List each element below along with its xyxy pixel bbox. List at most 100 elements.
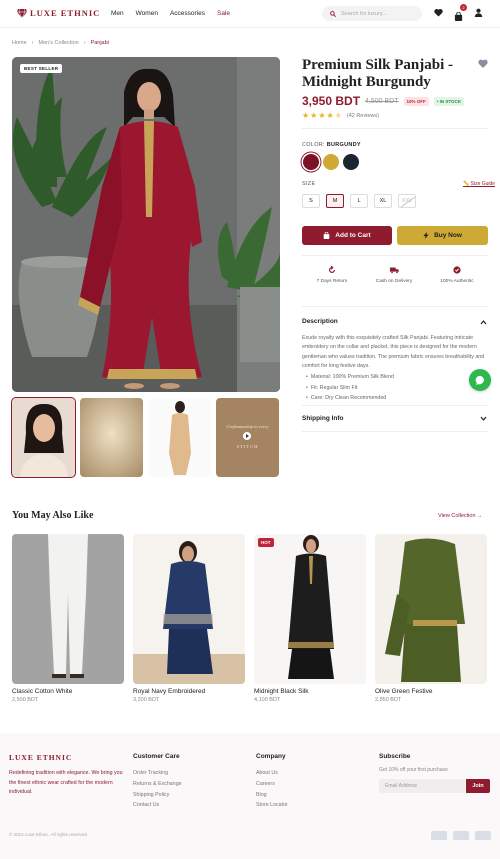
color-swatch-gold[interactable] xyxy=(323,154,339,170)
join-button[interactable]: Join xyxy=(466,779,490,793)
product-title: Premium Silk Panjabi - Midnight Burgundy xyxy=(302,57,453,90)
description-text: Exude royalty with this exquisitely craf… xyxy=(302,335,485,370)
description-heading[interactable]: Description xyxy=(302,318,338,325)
product-card[interactable]: HOT Midnight Black Silk 4,100 BDT xyxy=(254,534,366,703)
search-box xyxy=(322,6,422,21)
old-price: 4,500 BDT xyxy=(365,97,399,105)
divider xyxy=(302,306,488,307)
color-label: COLOR: BURGUNDY xyxy=(302,142,361,148)
company-links: About Us Careers Blog Store Locator xyxy=(256,768,288,811)
thumbnail-strip: Craftsmanship in every STITCH xyxy=(11,397,279,478)
divider xyxy=(302,405,488,406)
nav-item-men[interactable]: Men xyxy=(111,10,124,17)
color-swatch-burgundy[interactable] xyxy=(303,154,319,170)
breadcrumb: Home › Men's Collection › Panjabi xyxy=(12,40,109,46)
breadcrumb-mens-collection[interactable]: Men's Collection xyxy=(39,40,79,46)
divider xyxy=(302,255,488,256)
return-icon xyxy=(329,266,335,273)
color-swatch-navy[interactable] xyxy=(343,154,359,170)
hot-badge: HOT xyxy=(258,538,274,547)
size-option-xxl-unavailable: XXL xyxy=(398,194,416,208)
related-heading: You May Also Like xyxy=(12,510,94,521)
main-nav: Men Women Accessories Sale xyxy=(111,10,230,17)
chat-bubble-icon xyxy=(475,375,484,385)
discount-badge: 10% OFF xyxy=(403,96,429,106)
price: 3,950 BDT xyxy=(302,94,361,108)
size-label: SIZE xyxy=(302,181,316,187)
gem-icon xyxy=(17,8,27,18)
chevron-up-icon[interactable] xyxy=(480,320,487,325)
bullet-care: Care: Dry Clean Recommended xyxy=(306,393,394,404)
video-caption-top: Craftsmanship in every xyxy=(226,424,269,429)
size-option-m[interactable]: M xyxy=(326,194,344,208)
cart-button[interactable]: 2 xyxy=(454,4,467,26)
add-to-cart-button[interactable]: Add to Cart xyxy=(302,226,392,245)
size-guide-link[interactable]: 📏 Size Guide xyxy=(463,181,495,187)
bolt-icon xyxy=(423,232,429,239)
payment-card-icon xyxy=(431,831,447,840)
size-option-s[interactable]: S xyxy=(302,194,320,208)
footer-link-careers[interactable]: Careers xyxy=(256,779,288,790)
divider xyxy=(302,128,488,129)
footer-link-order-tracking[interactable]: Order Tracking xyxy=(133,768,182,779)
bullet-material: Material: 100% Premium Silk Blend xyxy=(306,372,394,383)
search-input[interactable] xyxy=(341,10,415,17)
product-card-image xyxy=(12,534,124,684)
nav-item-sale[interactable]: Sale xyxy=(217,10,230,17)
nav-item-accessories[interactable]: Accessories xyxy=(170,10,205,17)
breadcrumb-home[interactable]: Home xyxy=(12,40,27,46)
shipping-info-heading[interactable]: Shipping Info xyxy=(302,415,344,422)
product-card-name: Royal Navy Embroidered xyxy=(133,688,206,695)
thumbnail-2[interactable] xyxy=(80,398,143,477)
nav-item-women[interactable]: Women xyxy=(136,10,158,17)
size-option-l[interactable]: L xyxy=(350,194,368,208)
product-card-price: 4,100 BDT xyxy=(254,697,281,703)
size-option-xl[interactable]: XL xyxy=(374,194,392,208)
footer-link-about[interactable]: About Us xyxy=(256,768,288,779)
model-photo xyxy=(12,57,280,392)
product-card-image xyxy=(375,534,487,684)
header-actions: 2 xyxy=(434,4,483,26)
heart-icon[interactable] xyxy=(434,8,443,17)
review-count[interactable]: (42 Reviews) xyxy=(347,113,379,119)
product-main-image[interactable]: BEST SELLER xyxy=(12,57,280,392)
footer-link-store-locator[interactable]: Store Locator xyxy=(256,800,288,811)
product-card[interactable]: Olive Green Festive 2,850 BDT xyxy=(375,534,487,703)
footer-tagline: Redefining tradition with elegance. We b… xyxy=(9,770,123,795)
subscribe-heading: Subscribe xyxy=(379,753,411,760)
copyright: © 2024 Luxe Ethnic. All rights reserved. xyxy=(9,832,88,837)
wishlist-heart-icon[interactable] xyxy=(478,59,488,68)
product-card[interactable]: Classic Cotton White 2,500 BDT xyxy=(12,534,124,703)
footer-link-shipping-policy[interactable]: Shipping Policy xyxy=(133,790,182,801)
chevron-right-icon: › xyxy=(31,40,34,46)
footer-link-contact[interactable]: Contact Us xyxy=(133,800,182,811)
product-card-price: 3,200 BDT xyxy=(133,697,160,703)
best-seller-badge: BEST SELLER xyxy=(20,64,63,73)
product-card-price: 2,850 BDT xyxy=(375,697,402,703)
customer-care-heading: Customer Care xyxy=(133,753,180,760)
product-card[interactable]: Royal Navy Embroidered 3,200 BDT xyxy=(133,534,245,703)
breadcrumb-current: Panjabi xyxy=(90,40,109,46)
subscribe-subtitle: Get 10% off your first purchase xyxy=(379,767,448,773)
stock-badge: • IN STOCK xyxy=(433,96,465,106)
chevron-down-icon[interactable] xyxy=(480,416,487,421)
footer-link-blog[interactable]: Blog xyxy=(256,790,288,801)
size-selector: S M L XL XXL xyxy=(302,194,416,208)
customer-care-links: Order Tracking Returns & Exchange Shippi… xyxy=(133,768,182,811)
footer-logo[interactable]: LUXE ETHNIC xyxy=(9,753,72,762)
star-rating-icons: ★★★★★ xyxy=(302,111,343,120)
user-icon[interactable] xyxy=(474,8,483,17)
chat-button[interactable] xyxy=(469,369,491,391)
view-collection-link[interactable]: View Collection → xyxy=(438,513,483,519)
thumbnail-3[interactable] xyxy=(148,398,211,477)
brand-logo[interactable]: LUXE ETHNIC xyxy=(17,8,100,18)
thumbnail-4-video[interactable]: Craftsmanship in every STITCH xyxy=(216,398,279,477)
buy-now-button[interactable]: Buy Now xyxy=(397,226,488,245)
thumbnail-1[interactable] xyxy=(11,397,76,478)
footer-link-returns[interactable]: Returns & Exchange xyxy=(133,779,182,790)
chevron-right-icon: › xyxy=(83,40,86,46)
email-field[interactable] xyxy=(379,779,465,793)
feature-return: 7 Days Return xyxy=(302,266,362,284)
truck-icon xyxy=(389,267,399,274)
feature-cod: Cash on Delivery xyxy=(364,266,424,284)
